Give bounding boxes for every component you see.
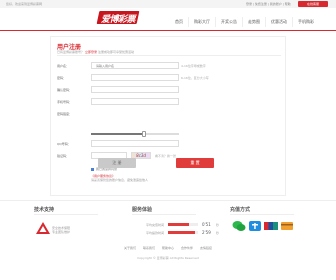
service-title: 服务体验 bbox=[132, 207, 153, 213]
nav-item-trends[interactable]: 走势图 bbox=[242, 17, 265, 27]
password-hint: 6-16位，区分大小写 bbox=[181, 76, 209, 80]
nav-item-results[interactable]: 开奖公告 bbox=[215, 17, 242, 27]
header-divider bbox=[0, 30, 336, 31]
form-row-strength: 密码强度： bbox=[51, 109, 287, 119]
unionpay-icon bbox=[264, 222, 278, 230]
tech-support-line-2: 专业团队维护 bbox=[52, 230, 71, 234]
username-input[interactable] bbox=[91, 62, 179, 69]
logo-text: 爱博彩票 bbox=[101, 15, 136, 25]
confirm-password-label: 确认密码： bbox=[57, 88, 73, 92]
strength-label: 密码强度： bbox=[57, 112, 73, 116]
welcome-text: 您好，欢迎来到爱博彩票网 bbox=[6, 2, 43, 6]
site-header: 爱博彩票 首页 购彩大厅 开奖公告 走势图 优惠活动 手机购彩 bbox=[0, 8, 336, 30]
withdraw-time-unit: 秒 bbox=[216, 231, 220, 235]
deposit-time-value: 0'51 bbox=[202, 222, 211, 227]
deposit-time-fill bbox=[168, 223, 189, 226]
agree-checkbox[interactable] bbox=[91, 167, 94, 171]
nav-item-promotions[interactable]: 优惠活动 bbox=[265, 17, 292, 27]
password-input[interactable] bbox=[91, 74, 179, 81]
register-panel: 用户注册 已有爱博彩票账号？ 立即登录 注册成功即可享受优惠活动 用户名： 4-… bbox=[50, 36, 286, 196]
confirm-password-input[interactable] bbox=[91, 86, 179, 93]
register-button[interactable]: 注 册 bbox=[98, 158, 136, 168]
form-row-captcha: 验证码： 8c3d 看不清？换一张 bbox=[51, 151, 287, 161]
deposit-time-bar bbox=[168, 223, 198, 226]
tech-support-text: 安全技术保障 专业团队维护 bbox=[52, 226, 70, 234]
form-row-username: 用户名： 4-16位字母或数字 bbox=[51, 61, 287, 71]
deposit-time-row: 平均充值时间 0'51 秒 bbox=[146, 222, 246, 228]
password-strength-slider[interactable] bbox=[91, 131, 179, 137]
form-row-password: 密码： 6-16位，区分大小写 bbox=[51, 73, 287, 83]
copyright: Copyright © 爱博彩票 All Rights Reserved bbox=[137, 256, 199, 260]
tech-support-underline bbox=[34, 214, 98, 215]
password-label: 密码： bbox=[57, 76, 67, 80]
register-subtitle: 已有爱博彩票账号？ 立即登录 注册成功即可享受优惠活动 bbox=[57, 50, 134, 54]
top-links[interactable]: 登录 | 免费注册 | 我的账户 | 帮助 bbox=[246, 2, 291, 6]
site-logo[interactable]: 爱博彩票 bbox=[96, 9, 140, 27]
footer-tech-support: 技术支持 安全技术保障 专业团队维护 bbox=[34, 206, 98, 234]
phone-input[interactable] bbox=[91, 98, 179, 105]
nav-item-home[interactable]: 首页 bbox=[170, 17, 188, 27]
subtitle-prefix: 已有爱博彩票账号？ bbox=[57, 50, 85, 54]
footer-link-partners[interactable]: 合作伙伴 bbox=[178, 246, 196, 250]
alipay-icon bbox=[249, 221, 261, 231]
withdraw-time-value: 2'59 bbox=[202, 230, 211, 235]
strength-knob[interactable] bbox=[141, 131, 146, 137]
payment-title: 充值方式 bbox=[230, 207, 251, 213]
captcha-label: 验证码： bbox=[57, 154, 70, 158]
withdraw-time-fill bbox=[168, 231, 195, 234]
deposit-time-label: 平均充值时间 bbox=[146, 223, 165, 227]
online-service-button[interactable]: 在线客服 bbox=[298, 1, 328, 7]
withdraw-time-bar bbox=[168, 231, 198, 234]
footer-payment: 充值方式 bbox=[230, 206, 294, 215]
login-link[interactable]: 立即登录 bbox=[85, 50, 97, 54]
footer-link-help[interactable]: 帮助中心 bbox=[159, 246, 177, 250]
main-nav: 首页 购彩大厅 开奖公告 走势图 优惠活动 手机购彩 bbox=[170, 17, 319, 27]
footer-divider bbox=[0, 200, 336, 201]
footer-link-contact[interactable]: 联系我们 bbox=[140, 246, 158, 250]
deposit-time-unit: 秒 bbox=[216, 223, 220, 227]
bank-card-icon bbox=[281, 222, 293, 230]
form-row-phone: 手机号码： bbox=[51, 97, 287, 107]
withdraw-time-label: 平均提款时间 bbox=[146, 231, 165, 235]
footer-link-friends[interactable]: 友情链接 bbox=[197, 246, 215, 250]
form-row-qq: QQ号码： bbox=[51, 139, 287, 149]
qq-label: QQ号码： bbox=[57, 142, 71, 146]
service-underline bbox=[132, 214, 196, 215]
security-logo-icon bbox=[36, 222, 50, 234]
wechat-pay-icon bbox=[232, 221, 246, 231]
qq-input[interactable] bbox=[91, 140, 179, 147]
footer-service: 服务体验 bbox=[132, 206, 196, 215]
footer-links: 关于我们 联系我们 帮助中心 合作伙伴 友情链接 bbox=[0, 246, 336, 254]
reset-button[interactable]: 重 置 bbox=[176, 158, 214, 168]
subtitle-suffix: 注册成功即可享受优惠活动 bbox=[97, 50, 134, 54]
notice-text: 《用户服务协议》 请妥善保管您的账户信息，避免泄露给他人 bbox=[91, 174, 148, 182]
captcha-refresh-link[interactable]: 看不清？换一张 bbox=[155, 154, 176, 158]
payment-underline bbox=[230, 214, 294, 215]
phone-label: 手机号码： bbox=[57, 100, 73, 104]
panel-divider bbox=[57, 55, 281, 56]
notice-line: 请妥善保管您的账户信息，避免泄露给他人 bbox=[91, 178, 149, 182]
username-hint: 4-16位字母或数字 bbox=[181, 64, 206, 68]
form-row-confirm-password: 确认密码： bbox=[51, 85, 287, 95]
footer-link-about[interactable]: 关于我们 bbox=[121, 246, 139, 250]
top-bar: 您好，欢迎来到爱博彩票网 登录 | 免费注册 | 我的账户 | 帮助 在线客服 bbox=[0, 0, 336, 8]
strength-fill bbox=[91, 133, 144, 135]
nav-item-mobile[interactable]: 手机购彩 bbox=[292, 17, 319, 27]
withdraw-time-row: 平均提款时间 2'59 秒 bbox=[146, 230, 246, 236]
tech-support-title: 技术支持 bbox=[34, 207, 55, 213]
username-label: 用户名： bbox=[57, 64, 70, 68]
nav-item-lottery-hall[interactable]: 购彩大厅 bbox=[188, 17, 215, 27]
